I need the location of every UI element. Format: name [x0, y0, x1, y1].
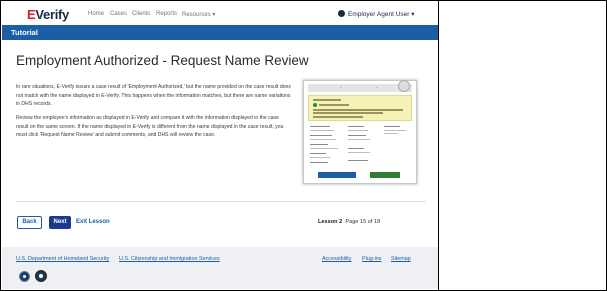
nav-clients[interactable]: Clients	[132, 11, 150, 17]
nav-home[interactable]: Home	[88, 11, 104, 17]
lesson-progress: Lesson 2 Page 15 of 18	[318, 219, 381, 225]
text-line	[310, 148, 338, 150]
text-line	[348, 139, 370, 141]
text-line	[310, 153, 326, 155]
footer-link-uscis[interactable]: U.S. Citizenship and Immigration Service…	[119, 256, 220, 262]
text-line	[384, 130, 406, 132]
text-line	[310, 126, 330, 128]
check-icon: ✓	[376, 85, 379, 89]
dhs-seal-icon	[19, 271, 30, 282]
check-circle-icon	[313, 103, 317, 107]
screenshot-buttons	[308, 172, 412, 179]
intro-paragraph: In rare situations, E-Verify issues a ca…	[16, 84, 291, 108]
text-line	[310, 157, 330, 159]
text-line	[310, 135, 332, 137]
footer-link-accessibility[interactable]: Accessibility	[322, 256, 351, 262]
text-line	[348, 135, 366, 137]
text-line	[313, 116, 363, 118]
user-icon	[338, 10, 345, 17]
footer-link-dhs[interactable]: U.S. Department of Homeland Security	[16, 256, 109, 262]
text-line	[384, 133, 398, 135]
top-navigation: EVerify Home Cases Clients Reports Resou…	[2, 2, 438, 25]
check-icon: ✓	[340, 85, 343, 89]
footer-link-plugins[interactable]: Plug-ins	[362, 256, 381, 262]
text-line	[319, 104, 349, 106]
nav-cases[interactable]: Cases	[110, 11, 127, 17]
table-divider	[438, 0, 439, 291]
text-line	[313, 112, 383, 114]
next-button[interactable]: Next	[49, 216, 71, 229]
user-menu[interactable]: Employer Agent User ▾	[338, 10, 415, 18]
nav-reports[interactable]: Reports	[156, 11, 177, 17]
site-footer: U.S. Department of Homeland Security U.S…	[2, 247, 438, 289]
exit-lesson-link[interactable]: Exit Lesson	[76, 219, 110, 225]
screenshot-result-box	[308, 95, 412, 121]
text-line	[348, 160, 368, 162]
text-line	[313, 109, 403, 111]
uscis-seal-icon	[35, 270, 47, 282]
screenshot-request-name-review-button	[318, 172, 356, 178]
text-line	[384, 126, 400, 128]
case-result-screenshot: ✓ ✓	[303, 80, 417, 184]
text-line	[348, 152, 370, 154]
text-line	[348, 126, 364, 128]
seal-icon	[398, 80, 410, 92]
screenshot-close-case-button	[370, 172, 400, 178]
text-line	[310, 139, 336, 141]
text-line	[310, 144, 328, 146]
page-title: Employment Authorized - Request Name Rev…	[16, 53, 309, 68]
back-button[interactable]: Back	[17, 216, 42, 229]
content-divider	[16, 201, 426, 202]
instruction-paragraph: Review the employee's information as dis…	[16, 115, 284, 139]
everify-logo[interactable]: EVerify	[27, 7, 69, 22]
tutorial-window: EVerify Home Cases Clients Reports Resou…	[2, 2, 438, 289]
footer-link-sitemap[interactable]: Sitemap	[391, 256, 411, 262]
screenshot-steps: ✓ ✓	[308, 84, 412, 92]
text-line	[348, 130, 368, 132]
text-line	[310, 130, 334, 132]
text-line	[348, 148, 364, 150]
text-line	[310, 162, 328, 164]
tutorial-banner: Tutorial	[2, 25, 438, 40]
nav-resources[interactable]: Resources ▾	[182, 11, 215, 18]
banner-title: Tutorial	[11, 28, 38, 37]
text-line	[313, 99, 341, 101]
